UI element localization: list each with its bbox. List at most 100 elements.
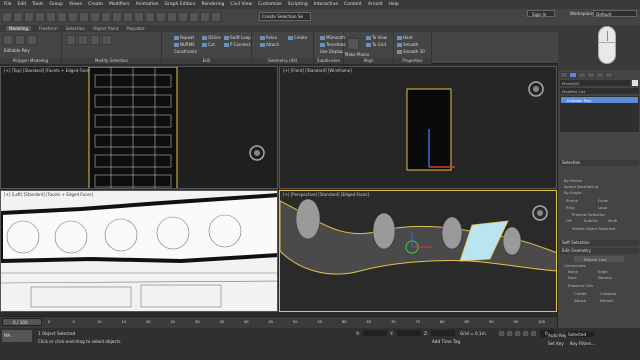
rect-select-icon[interactable] [90, 12, 100, 22]
modifier-stack-item[interactable]: Editable Poly [561, 97, 638, 103]
ring-button[interactable]: Ring [566, 205, 575, 210]
editable-poly-button[interactable]: Editable Poly [4, 48, 30, 53]
hard-button[interactable]: Hard [397, 35, 413, 40]
create-tab-icon[interactable] [560, 72, 568, 78]
modify-tab-icon[interactable] [569, 72, 577, 78]
border-icon[interactable] [27, 35, 37, 45]
constraint-face-radio[interactable]: Face [568, 275, 577, 280]
grow-icon[interactable] [66, 35, 76, 45]
link-icon[interactable] [24, 12, 34, 22]
preserve-uvs-checkbox[interactable]: Preserve UVs [568, 283, 593, 288]
goto-end-icon[interactable] [530, 330, 537, 337]
loop-icon[interactable] [90, 35, 100, 45]
togrid-button[interactable]: To Grid [366, 42, 386, 47]
hierarchy-tab-icon[interactable] [578, 72, 586, 78]
create-button[interactable]: Create [574, 291, 587, 296]
viewport-top[interactable]: [+] [Top] [Standard] [Facets + Edged Fac… [0, 66, 278, 189]
selection-rollout[interactable]: Selection [560, 160, 639, 166]
goto-start-icon[interactable] [498, 330, 505, 337]
preview-subobj-radio[interactable]: SubObj [584, 218, 598, 223]
menu-item[interactable]: Views [69, 2, 82, 7]
angle-snap-icon[interactable] [189, 12, 199, 22]
display-tab-icon[interactable] [596, 72, 604, 78]
window-crossing-icon[interactable] [101, 12, 111, 22]
menu-item[interactable]: Scripting [288, 2, 308, 7]
toview-button[interactable]: To View [366, 35, 387, 40]
x-coord-field[interactable] [363, 330, 387, 336]
pivot-icon[interactable] [167, 12, 177, 22]
nurms-button[interactable]: NURMS [174, 42, 195, 47]
menu-item[interactable]: Animation [136, 2, 159, 7]
ribbon-tab[interactable]: Object Paint [93, 26, 118, 31]
smooth30-button[interactable]: Smooth 30 [397, 49, 425, 54]
auto-key-button[interactable]: Auto Key [548, 333, 567, 338]
menu-item[interactable]: Edit [18, 2, 27, 7]
by-angle-checkbox[interactable]: By Angle: [564, 190, 582, 195]
ribbon-tab[interactable]: Populate [126, 26, 144, 31]
scale-icon[interactable] [134, 12, 144, 22]
pconnect-button[interactable]: P Connect [224, 42, 250, 47]
menu-item[interactable]: Arnold [368, 2, 383, 7]
ribbon-tab[interactable]: Freeform [39, 26, 58, 31]
place-icon[interactable] [145, 12, 155, 22]
signin-button[interactable]: Sign In [527, 10, 555, 17]
select-name-icon[interactable] [79, 12, 89, 22]
swiftloop-button[interactable]: Swift Loop [224, 35, 251, 40]
grow-button[interactable]: Grow [598, 198, 608, 203]
menu-item[interactable]: Create [88, 2, 103, 7]
viewport-perspective[interactable]: [+] [Perspective] [Standard] [Edged Face… [279, 190, 557, 312]
quickslice-button[interactable]: QSlice [202, 35, 221, 40]
ring-icon[interactable] [102, 35, 112, 45]
vertex-icon[interactable] [3, 35, 13, 45]
constraint-none-radio[interactable]: None [568, 269, 578, 274]
viewport-left[interactable]: [+] [Left] [Standard] [Facets + Edged Fa… [0, 190, 278, 312]
viewport-front[interactable]: [+] [Front] [Standard] [Wireframe] [279, 66, 557, 189]
selection-set-dropdown[interactable]: Create Selection Se [259, 12, 311, 21]
workspaces-dropdown[interactable]: Default [593, 10, 637, 17]
menu-item[interactable]: Content [344, 2, 362, 7]
msmooth-button[interactable]: MSmooth [320, 35, 345, 40]
ribbon-tab[interactable]: Modeling [6, 26, 32, 31]
by-vertex-checkbox[interactable]: By Vertex [564, 178, 582, 183]
timeline[interactable]: 0 / 100 0 5 10 15 20 25 30 35 40 45 50 55 60 65 70 75 80… [0, 316, 557, 328]
collapse-button[interactable]: Collapse [600, 291, 616, 296]
rotate-icon[interactable] [123, 12, 133, 22]
make-planar-button[interactable]: Make Planar [345, 52, 369, 57]
key-filters-button[interactable]: Key Filters... [570, 341, 595, 346]
preview-off-radio[interactable]: Off [566, 218, 572, 223]
play-icon[interactable] [514, 330, 521, 337]
ref-coord-icon[interactable] [156, 12, 166, 22]
bind-icon[interactable] [46, 12, 56, 22]
edit-geometry-rollout[interactable]: Edit Geometry [560, 248, 639, 254]
menu-item[interactable]: Graph Editors [165, 2, 196, 7]
time-slider[interactable]: 0 / 100 [2, 318, 42, 326]
move-icon[interactable] [112, 12, 122, 22]
attach-button[interactable]: Attach [260, 42, 279, 47]
utilities-tab-icon[interactable] [605, 72, 613, 78]
prev-frame-icon[interactable] [506, 330, 513, 337]
make-planar-icon[interactable] [347, 38, 359, 50]
menu-item[interactable]: Rendering [201, 2, 224, 7]
menu-item[interactable]: Help [388, 2, 398, 7]
edge-icon[interactable] [15, 35, 25, 45]
spinner-snap-icon[interactable] [211, 12, 221, 22]
filter-icon[interactable] [57, 12, 67, 22]
constraints-button[interactable]: Constraints [174, 49, 197, 54]
menu-item[interactable]: Modifiers [109, 2, 130, 7]
detach-button[interactable]: Detach [600, 298, 614, 303]
next-frame-icon[interactable] [522, 330, 529, 337]
menu-item[interactable]: Interactive [314, 2, 338, 7]
repeat-button[interactable]: Repeat [174, 35, 194, 40]
undo-icon[interactable] [2, 12, 12, 22]
maxscript-listener[interactable]: MA [2, 330, 32, 342]
object-name-field[interactable]: Plane002 [560, 80, 630, 86]
tessellate-button[interactable]: Tessellate [320, 42, 346, 47]
object-color-swatch[interactable] [632, 80, 638, 86]
menu-item[interactable]: Tools [32, 2, 43, 7]
shrink-icon[interactable] [78, 35, 88, 45]
z-coord-field[interactable] [431, 330, 455, 336]
attach-button[interactable]: Attach [574, 298, 586, 303]
create-button[interactable]: Create [288, 35, 307, 40]
snap-icon[interactable] [178, 12, 188, 22]
constraint-normal-radio[interactable]: Normal [598, 275, 612, 280]
